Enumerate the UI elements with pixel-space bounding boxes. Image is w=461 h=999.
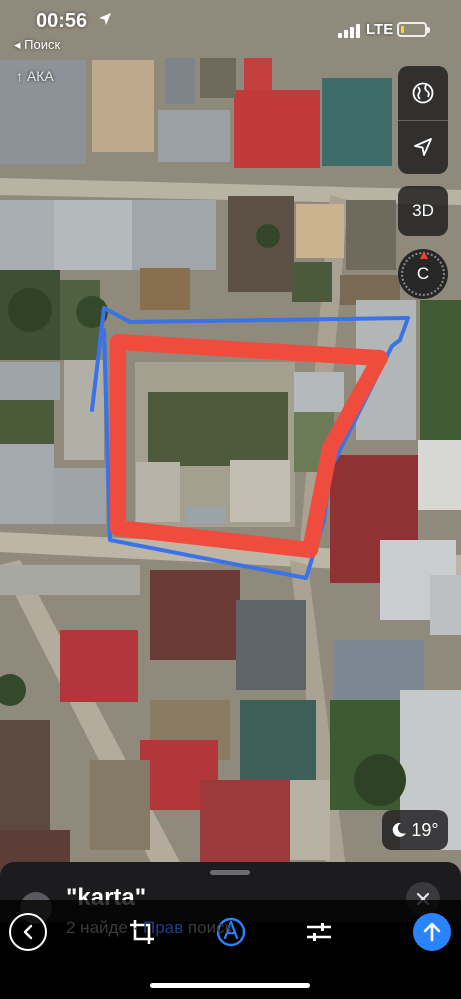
home-indicator[interactable] [150, 983, 310, 988]
moon-icon [393, 822, 407, 837]
network-type: LTE [366, 21, 394, 38]
result-tail: поиск [187, 918, 232, 937]
globe-icon [412, 82, 434, 104]
card-grabber[interactable] [210, 870, 250, 875]
battery-fill [401, 26, 404, 33]
back-icon [23, 924, 33, 940]
satellite-map[interactable]: ↑ АКА [0, 0, 461, 900]
temperature: 19° [411, 819, 439, 840]
compass-north-marker [420, 251, 428, 259]
toolbar-back-button[interactable] [9, 913, 47, 951]
adjust-button[interactable] [299, 912, 339, 952]
send-button[interactable] [413, 913, 451, 951]
compass-letter: C [416, 264, 430, 283]
back-to-search-link[interactable]: ◂ Поиск [14, 37, 60, 53]
adjust-icon [307, 923, 331, 941]
status-bar: 00:56 ◂ Поиск LTE [0, 0, 461, 56]
cellular-signal-icon [338, 24, 360, 38]
map-mode-button[interactable] [398, 66, 448, 120]
location-arrow-icon [414, 138, 432, 156]
map-place-label: ↑ АКА [16, 68, 54, 84]
battery-icon [397, 22, 430, 37]
current-location-button[interactable] [398, 120, 448, 174]
result-count: 2 найде [66, 918, 128, 937]
result-subtitle: 2 найде · Прав поиск [66, 918, 232, 937]
map-controls [398, 66, 448, 174]
result-link[interactable]: Прав [143, 918, 183, 937]
map-imagery [0, 0, 461, 900]
3d-view-button[interactable]: 3D [398, 186, 448, 236]
status-time: 00:56 [36, 10, 88, 32]
location-services-icon [99, 13, 111, 25]
send-icon [423, 922, 441, 942]
compass-button[interactable]: C [398, 249, 448, 299]
weather-badge: 19° [382, 810, 448, 850]
